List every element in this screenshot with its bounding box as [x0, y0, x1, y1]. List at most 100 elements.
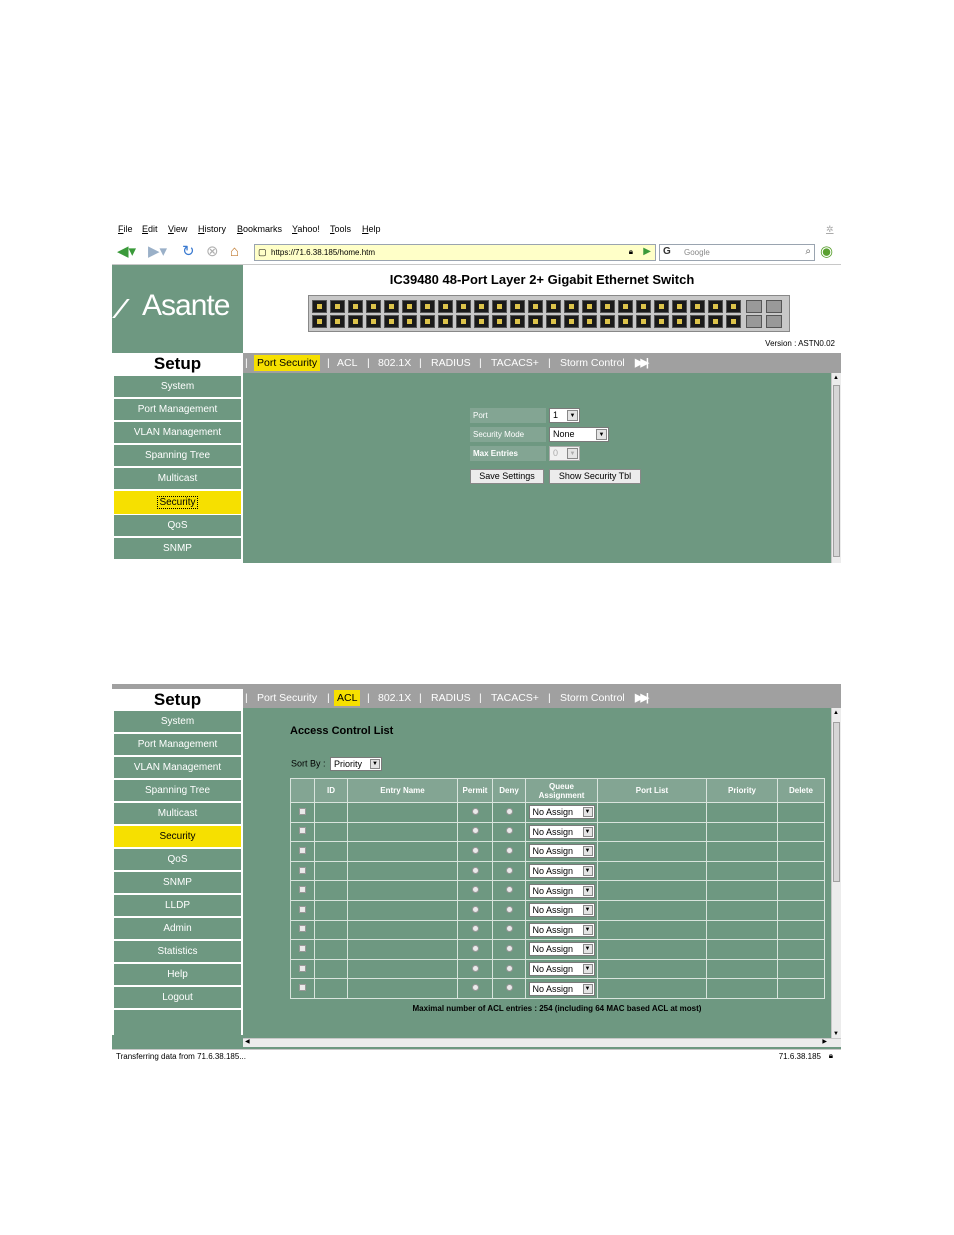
- tab-8021x[interactable]: 802.1X: [375, 690, 414, 706]
- tab-storm-control[interactable]: Storm Control: [557, 355, 628, 371]
- queue-assignment-select[interactable]: No Assign ▼: [528, 844, 595, 859]
- sidebar-item-security[interactable]: Security: [114, 491, 241, 514]
- rj45-port[interactable]: [474, 315, 489, 328]
- queue-assignment-select[interactable]: No Assign ▼: [528, 981, 595, 996]
- sidebar-item-system[interactable]: System: [114, 376, 241, 397]
- sidebar-item-security[interactable]: Security: [114, 826, 241, 847]
- rj45-port[interactable]: [438, 315, 453, 328]
- menu-bookmarks[interactable]: Bookmarks: [237, 224, 282, 234]
- tab-radius[interactable]: RADIUS: [428, 690, 474, 706]
- rj45-port[interactable]: [582, 300, 597, 313]
- rj45-port[interactable]: [528, 300, 543, 313]
- deny-radio[interactable]: [505, 984, 513, 992]
- search-input[interactable]: G Google ⌕: [659, 244, 815, 261]
- tab-storm-control[interactable]: Storm Control: [557, 690, 628, 706]
- deny-radio[interactable]: [505, 866, 513, 874]
- deny-radio[interactable]: [505, 886, 513, 894]
- back-icon[interactable]: ◀▾: [117, 244, 136, 259]
- rj45-port[interactable]: [492, 300, 507, 313]
- scroll-down-icon[interactable]: ▼: [833, 1031, 839, 1037]
- rj45-port[interactable]: [510, 300, 525, 313]
- tab-8021x[interactable]: 802.1X: [375, 355, 414, 371]
- rj45-port[interactable]: [600, 315, 615, 328]
- rj45-port[interactable]: [492, 315, 507, 328]
- row-checkbox[interactable]: [299, 807, 306, 815]
- stop-icon[interactable]: ⊗: [206, 244, 219, 259]
- max-entries-select[interactable]: 0 ▼: [549, 446, 580, 461]
- sidebar-item-spanning-tree[interactable]: Spanning Tree: [114, 780, 241, 801]
- permit-radio[interactable]: [471, 807, 479, 815]
- rj45-port[interactable]: [438, 300, 453, 313]
- permit-radio[interactable]: [471, 827, 479, 835]
- sidebar-item-port-management[interactable]: Port Management: [114, 399, 241, 420]
- row-checkbox[interactable]: [299, 984, 306, 992]
- rj45-port[interactable]: [654, 300, 669, 313]
- sfp-port[interactable]: [766, 300, 782, 313]
- tab-radius[interactable]: RADIUS: [428, 355, 474, 371]
- queue-assignment-select[interactable]: No Assign ▼: [528, 922, 595, 937]
- queue-assignment-select[interactable]: No Assign ▼: [528, 962, 595, 977]
- permit-radio[interactable]: [471, 866, 479, 874]
- sfp-port[interactable]: [746, 315, 762, 328]
- rj45-port[interactable]: [528, 315, 543, 328]
- sidebar-item-qos[interactable]: QoS: [114, 515, 241, 536]
- scroll-thumb[interactable]: [833, 722, 840, 882]
- queue-assignment-select[interactable]: No Assign ▼: [528, 824, 595, 839]
- tab-acl[interactable]: ACL: [334, 355, 360, 371]
- rj45-port[interactable]: [636, 315, 651, 328]
- row-checkbox[interactable]: [299, 866, 306, 874]
- rj45-port[interactable]: [690, 315, 705, 328]
- menu-file[interactable]: File: [118, 224, 133, 234]
- permit-radio[interactable]: [471, 886, 479, 894]
- rj45-port[interactable]: [312, 300, 327, 313]
- deny-radio[interactable]: [505, 827, 513, 835]
- rj45-port[interactable]: [456, 300, 471, 313]
- queue-assignment-select[interactable]: No Assign ▼: [528, 864, 595, 879]
- row-checkbox[interactable]: [299, 827, 306, 835]
- vertical-scrollbar[interactable]: ▲: [831, 373, 841, 563]
- queue-assignment-select[interactable]: No Assign ▼: [528, 942, 595, 957]
- permit-radio[interactable]: [471, 984, 479, 992]
- rj45-port[interactable]: [672, 300, 687, 313]
- rj45-port[interactable]: [726, 315, 741, 328]
- deny-radio[interactable]: [505, 925, 513, 933]
- menu-view[interactable]: View: [168, 224, 187, 234]
- rj45-port[interactable]: [330, 300, 345, 313]
- show-security-table-button[interactable]: Show Security Tbl: [549, 469, 641, 484]
- sidebar-item-snmp[interactable]: SNMP: [114, 538, 241, 559]
- rj45-port[interactable]: [654, 315, 669, 328]
- sfp-port[interactable]: [766, 315, 782, 328]
- magnifier-icon[interactable]: ⌕: [805, 246, 811, 257]
- rj45-port[interactable]: [420, 300, 435, 313]
- sidebar-item-snmp[interactable]: SNMP: [114, 872, 241, 893]
- sfp-port[interactable]: [746, 300, 762, 313]
- port-select[interactable]: 1 ▼: [549, 408, 580, 423]
- rj45-port[interactable]: [510, 315, 525, 328]
- rj45-port[interactable]: [330, 315, 345, 328]
- menu-edit[interactable]: Edit: [142, 224, 158, 234]
- deny-radio[interactable]: [505, 846, 513, 854]
- rj45-port[interactable]: [600, 300, 615, 313]
- deny-radio[interactable]: [505, 807, 513, 815]
- reload-icon[interactable]: ↻: [182, 244, 195, 259]
- sidebar-item-vlan-management[interactable]: VLAN Management: [114, 757, 241, 778]
- sidebar-item-statistics[interactable]: Statistics: [114, 941, 241, 962]
- tab-port-security[interactable]: Port Security: [254, 355, 321, 371]
- rj45-port[interactable]: [366, 315, 381, 328]
- rj45-port[interactable]: [582, 315, 597, 328]
- tab-port-security[interactable]: Port Security: [254, 690, 320, 706]
- rj45-port[interactable]: [312, 315, 327, 328]
- fast-forward-icon[interactable]: ▶▶|: [635, 355, 649, 371]
- queue-assignment-select[interactable]: No Assign ▼: [528, 883, 595, 898]
- rj45-port[interactable]: [672, 315, 687, 328]
- rj45-port[interactable]: [726, 300, 741, 313]
- rj45-port[interactable]: [618, 300, 633, 313]
- permit-radio[interactable]: [471, 964, 479, 972]
- scroll-left-icon[interactable]: ◀: [245, 1038, 250, 1045]
- rj45-port[interactable]: [708, 300, 723, 313]
- rj45-port[interactable]: [402, 315, 417, 328]
- permit-radio[interactable]: [471, 944, 479, 952]
- rj45-port[interactable]: [636, 300, 651, 313]
- permit-radio[interactable]: [471, 905, 479, 913]
- tab-acl[interactable]: ACL: [334, 690, 361, 706]
